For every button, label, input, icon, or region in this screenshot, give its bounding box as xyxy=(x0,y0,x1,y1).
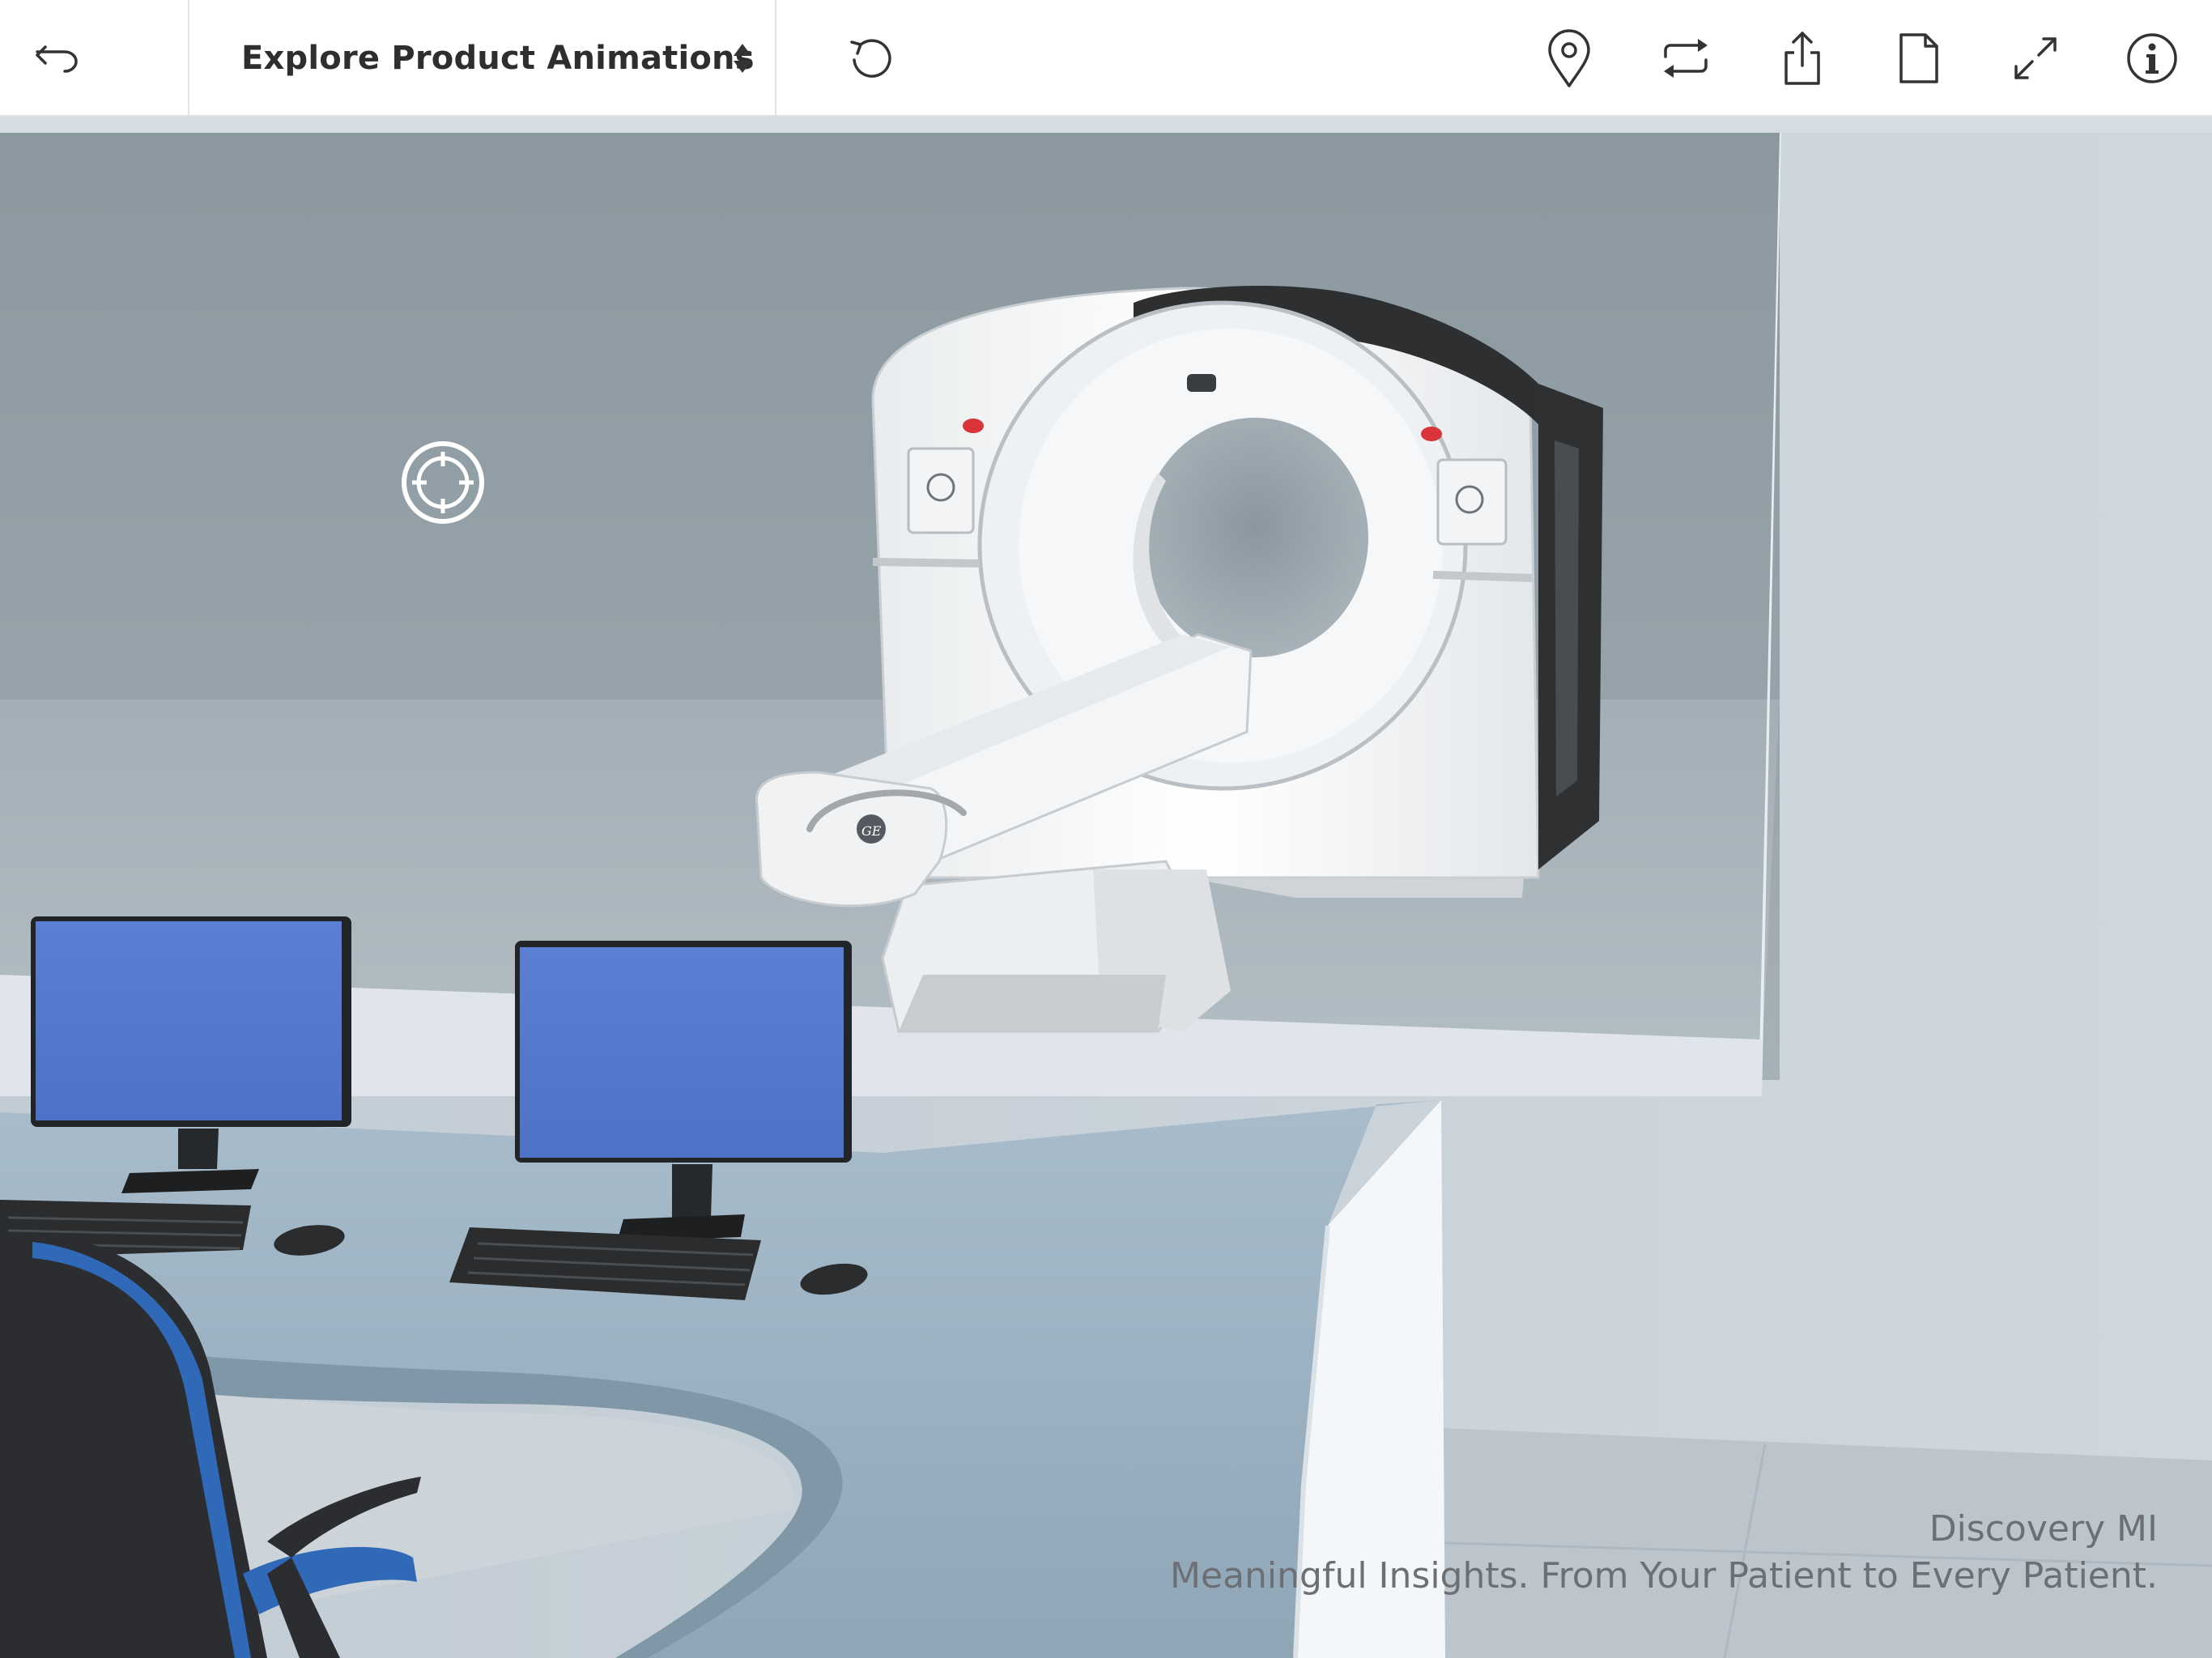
svg-text:GE: GE xyxy=(861,823,882,839)
product-caption: Discovery MI Meaningful Insights. From Y… xyxy=(1170,1506,2158,1600)
info-icon xyxy=(2125,32,2179,85)
swap-rotate-icon xyxy=(1657,36,1714,81)
share-icon xyxy=(1780,30,1825,87)
product-tagline: Meaningful Insights. From Your Patient t… xyxy=(1170,1555,2158,1596)
toolbar-divider xyxy=(775,0,776,115)
swap-view-button[interactable] xyxy=(1648,21,1723,96)
info-button[interactable] xyxy=(2115,21,2189,96)
scene-illustration: +1405 +++ xyxy=(0,117,2212,1658)
target-reticle-icon xyxy=(399,439,487,526)
undo-arrow-icon xyxy=(34,42,83,74)
document-button[interactable] xyxy=(1882,21,1956,96)
document-icon xyxy=(1898,32,1940,85)
share-button[interactable] xyxy=(1765,21,1840,96)
sort-caret-icon xyxy=(732,42,753,78)
rotate-ccw-icon xyxy=(847,34,895,83)
app-window: Explore Product Animations GE Discovery … xyxy=(0,0,2212,1658)
back-button[interactable] xyxy=(21,21,96,96)
animation-select-label: Explore Product Animations xyxy=(241,40,755,77)
animation-select[interactable]: Explore Product Animations xyxy=(191,18,758,99)
toolbar-divider xyxy=(188,0,189,115)
location-button[interactable] xyxy=(1532,21,1606,96)
product-3d-scene[interactable]: +1405 +++ xyxy=(0,117,2212,1658)
top-toolbar: Explore Product Animations xyxy=(0,0,2212,117)
fullscreen-icon xyxy=(2011,34,2060,83)
location-pin-icon xyxy=(1545,28,1593,89)
fullscreen-button[interactable] xyxy=(1998,21,2073,96)
product-name: Discovery MI xyxy=(1929,1508,2158,1550)
reset-button[interactable] xyxy=(834,21,908,96)
hotspot-target-button[interactable] xyxy=(399,439,487,526)
